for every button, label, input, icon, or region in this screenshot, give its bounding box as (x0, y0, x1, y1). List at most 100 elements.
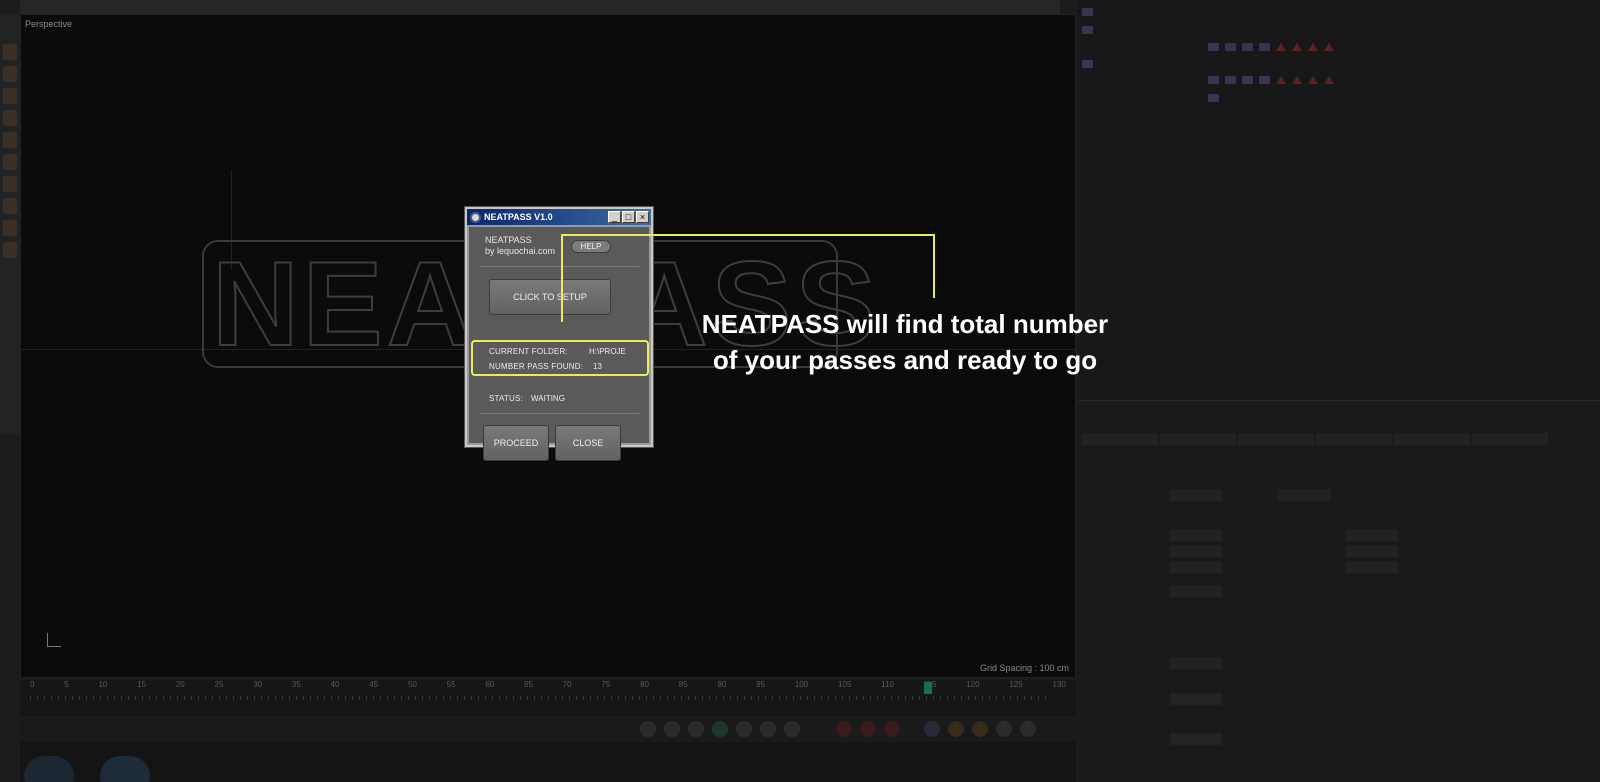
callout-caption: NEATPASS will find total number of your … (670, 306, 1140, 378)
caption-line-1: NEATPASS will find total number (701, 309, 1109, 339)
close-icon[interactable]: × (636, 211, 649, 223)
callout-line (561, 234, 563, 322)
timeline-tick-label: 35 (291, 680, 301, 689)
status-value: WAITING (531, 394, 565, 403)
key-pla-icon[interactable] (1020, 721, 1036, 737)
dialog-titlebar[interactable]: NEATPASS V1.0 _ □ × (467, 209, 651, 225)
tool-icon[interactable] (3, 110, 17, 126)
timeline-tick-label: 70 (562, 680, 572, 689)
fps-field[interactable] (1170, 529, 1222, 541)
timeline-playhead[interactable] (924, 682, 932, 694)
tab-dynamics[interactable] (1316, 433, 1392, 445)
minimum-time-field[interactable] (1170, 545, 1222, 557)
tab-todo[interactable] (1472, 433, 1548, 445)
preview-max-field[interactable] (1346, 561, 1398, 573)
maximize-icon[interactable]: □ (622, 211, 635, 223)
key-help-icon[interactable] (884, 721, 900, 737)
auto-key-icon[interactable] (860, 721, 876, 737)
neatpass-dialog: NEATPASS V1.0 _ □ × NEATPASS by lequocha… (465, 207, 653, 461)
tool-icon[interactable] (3, 44, 17, 60)
divider (479, 413, 639, 414)
timeline-tick-label: 5 (64, 680, 69, 689)
dialog-body: NEATPASS by lequochai.com HELP CLICK TO … (469, 227, 649, 461)
next-frame-icon[interactable] (760, 721, 776, 737)
go-start-icon[interactable] (640, 721, 656, 737)
timeline-tick-label: 75 (601, 680, 611, 689)
tab-scheduling[interactable] (1394, 433, 1470, 445)
project-scale-field[interactable] (1170, 489, 1222, 501)
tool-icon[interactable] (3, 88, 17, 104)
timeline-tick-label: 20 (175, 680, 185, 689)
project-unit-select[interactable] (1278, 489, 1330, 501)
preview-min-field[interactable] (1170, 561, 1222, 573)
timeline-tick-label: 85 (678, 680, 688, 689)
callout-line (933, 234, 935, 298)
setup-button[interactable]: CLICK TO SETUP (489, 279, 611, 315)
app-icon (470, 211, 481, 223)
dialog-title: NEATPASS V1.0 (484, 212, 553, 222)
timeline-tick-label: 125 (1009, 680, 1023, 689)
tool-icon[interactable] (3, 132, 17, 148)
timeline-tick-label: 25 (214, 680, 224, 689)
level-of-detail-field[interactable] (1170, 585, 1222, 597)
maximum-time-field[interactable] (1346, 545, 1398, 557)
material-preview[interactable] (24, 756, 74, 782)
default-object-color-select[interactable] (1170, 657, 1222, 669)
key-param-icon[interactable] (996, 721, 1012, 737)
tool-icon[interactable] (3, 198, 17, 214)
minimize-icon[interactable]: _ (608, 211, 621, 223)
object-row[interactable] (1082, 90, 1219, 106)
object-row[interactable] (1082, 56, 1093, 72)
close-button[interactable]: CLOSE (555, 425, 621, 461)
timeline-tick-label: 110 (881, 680, 894, 689)
record-icon[interactable] (836, 721, 852, 737)
prev-frame-icon[interactable] (664, 721, 680, 737)
play-icon[interactable] (712, 721, 728, 737)
input-color-profile-select[interactable] (1170, 733, 1222, 745)
viewport-label: Perspective (25, 19, 73, 29)
timeline-tick-label: 80 (640, 680, 649, 689)
callout-line (561, 234, 935, 236)
timeline-ruler (30, 696, 1050, 700)
tool-icon[interactable] (3, 220, 17, 236)
timeline-tick-label: 120 (966, 680, 980, 689)
next-key-icon[interactable] (736, 721, 752, 737)
tool-icon[interactable] (3, 154, 17, 170)
proceed-button[interactable]: PROCEED (483, 425, 549, 461)
timeline[interactable]: 0 5 10 15 20 25 30 35 40 45 50 55 60 65 70 75 80 85 90 95 10… (20, 680, 1076, 716)
timeline-tick-label: 40 (330, 680, 340, 689)
tool-icon[interactable] (3, 176, 17, 192)
material-preview[interactable] (100, 756, 150, 782)
object-row[interactable] (1082, 72, 1334, 88)
object-row[interactable] (1082, 39, 1334, 55)
axis-gizmo-icon (47, 633, 61, 647)
object-row[interactable] (1082, 4, 1093, 20)
tool-icon[interactable] (3, 242, 17, 258)
tool-icon[interactable] (3, 66, 17, 82)
timeline-tick-label: 0 (30, 680, 35, 689)
view-clipping-select[interactable] (1170, 693, 1222, 705)
timeline-tick-label: 10 (98, 680, 108, 689)
timeline-tick-label: 65 (524, 680, 533, 689)
tab-project-settings[interactable] (1082, 433, 1158, 445)
help-button[interactable]: HELP (571, 240, 611, 253)
key-rotation-icon[interactable] (948, 721, 964, 737)
tab-info[interactable] (1160, 433, 1236, 445)
project-time-field[interactable] (1346, 529, 1398, 541)
timeline-tick-label: 60 (485, 680, 495, 689)
timeline-tick-label: 15 (137, 680, 147, 689)
key-position-icon[interactable] (924, 721, 940, 737)
timeline-tick-label: 130 (1052, 680, 1066, 689)
object-manager (1078, 0, 1600, 400)
timeline-tick-label: 100 (794, 680, 809, 689)
prev-key-icon[interactable] (688, 721, 704, 737)
tab-xrefs[interactable] (1238, 433, 1314, 445)
object-row[interactable] (1082, 22, 1093, 38)
go-end-icon[interactable] (784, 721, 800, 737)
timeline-tick-label: 95 (756, 680, 766, 689)
playback-controls (20, 718, 1076, 742)
menu-bar (20, 0, 1060, 14)
caption-line-2: of your passes and ready to go (712, 345, 1098, 375)
material-manager (20, 742, 1076, 782)
key-scale-icon[interactable] (972, 721, 988, 737)
